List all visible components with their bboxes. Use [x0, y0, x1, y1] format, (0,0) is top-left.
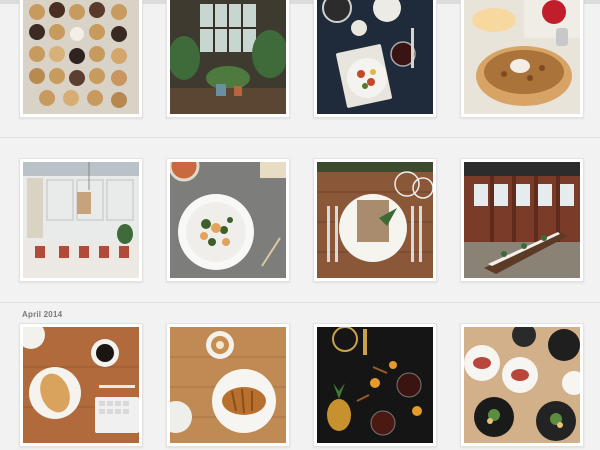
section-divider	[0, 302, 600, 303]
photo-tile-place-setting[interactable]	[313, 158, 437, 282]
photo-tile-cookies[interactable]	[19, 0, 143, 118]
section-date-label: April 2014	[22, 310, 63, 319]
photo-image	[23, 0, 139, 114]
photo-image	[317, 0, 433, 114]
photo-tile-plates-overhead[interactable]	[460, 323, 584, 447]
photo-tile-cocktails[interactable]	[313, 323, 437, 447]
photo-image	[464, 0, 580, 114]
photo-tile-tart[interactable]	[460, 0, 584, 118]
photo-image	[464, 327, 580, 443]
photo-tile-greenhouse[interactable]	[166, 0, 290, 118]
photo-tile-croissant-latte[interactable]	[166, 323, 290, 447]
photo-image	[23, 162, 139, 278]
photo-image	[170, 0, 286, 114]
photo-image	[464, 162, 580, 278]
photo-image	[317, 162, 433, 278]
photo-image	[23, 327, 139, 443]
photo-image	[170, 162, 286, 278]
photo-tile-white-dining-room[interactable]	[19, 158, 143, 282]
photo-tile-dinner-dark[interactable]	[313, 0, 437, 118]
photo-tile-plated-dish[interactable]	[166, 158, 290, 282]
photo-tile-breakfast[interactable]	[19, 323, 143, 447]
photo-tile-industrial-hall[interactable]	[460, 158, 584, 282]
photo-image	[170, 327, 286, 443]
photo-image	[317, 327, 433, 443]
section-divider	[0, 137, 600, 138]
